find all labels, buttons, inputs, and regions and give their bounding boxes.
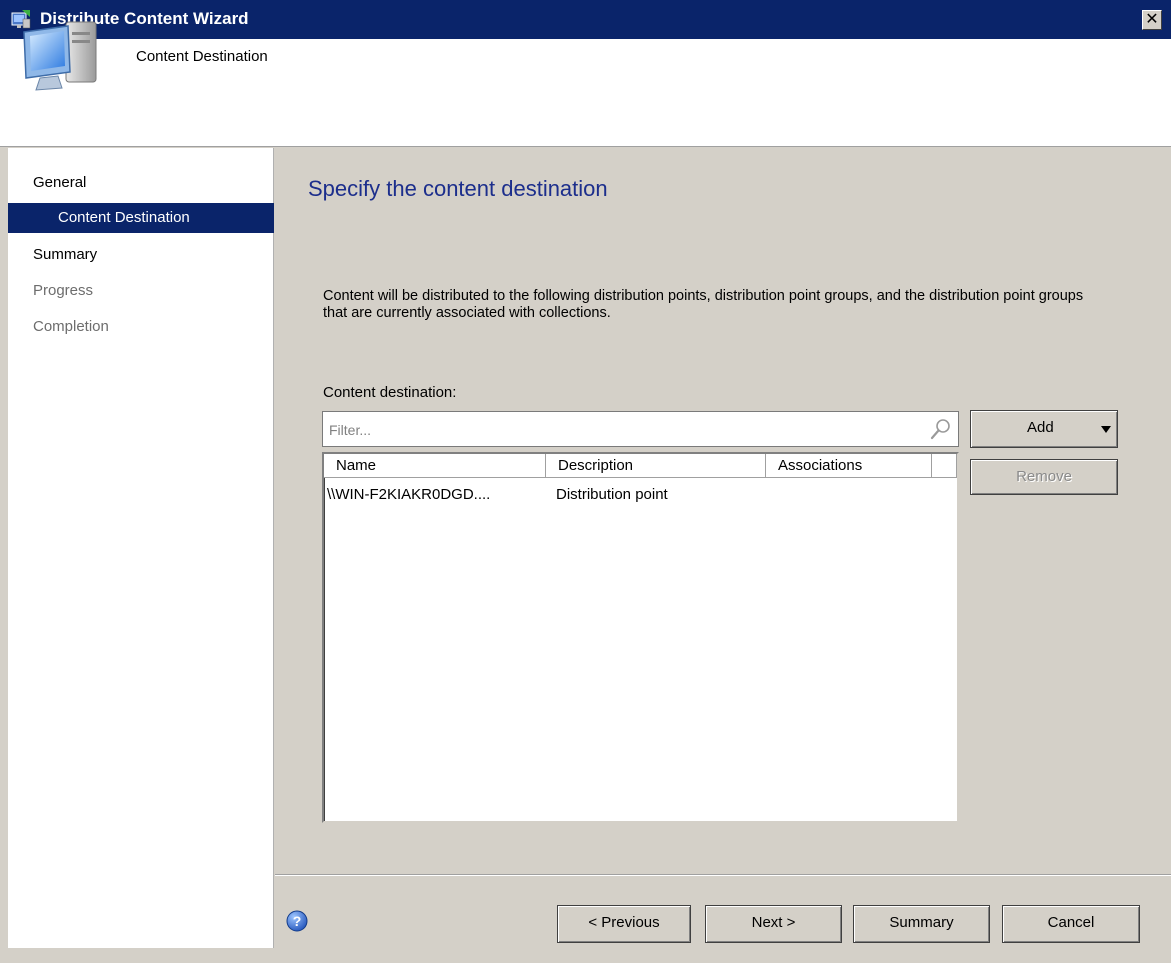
page-heading: Specify the content destination: [308, 176, 608, 201]
table-cell-name: \\WIN-F2KIAKR0DGD....: [327, 486, 491, 503]
nav-item-completion: Completion: [33, 318, 109, 335]
column-header-filler: [932, 454, 957, 478]
help-icon[interactable]: ?: [286, 910, 308, 932]
nav-item-summary[interactable]: Summary: [8, 240, 274, 270]
column-header-description[interactable]: Description: [546, 454, 766, 478]
filter-input[interactable]: [327, 416, 921, 444]
column-header-associations[interactable]: Associations: [766, 454, 932, 478]
computer-icon: [23, 21, 97, 91]
close-button[interactable]: ✕: [1142, 10, 1162, 30]
add-button-label: Add: [1027, 419, 1054, 436]
column-header-name[interactable]: Name: [324, 454, 546, 478]
content-destination-list[interactable]: Name Description Associations \\WIN-F2KI…: [322, 452, 959, 823]
table-cell-description: Distribution point: [556, 486, 668, 503]
svg-text:?: ?: [293, 913, 302, 929]
content-destination-label: Content destination:: [323, 384, 457, 401]
summary-button[interactable]: Summary: [853, 905, 990, 943]
cancel-button[interactable]: Cancel: [1002, 905, 1140, 943]
page-description: Content will be distributed to the follo…: [323, 288, 1084, 321]
next-button[interactable]: Next >: [705, 905, 842, 943]
remove-button[interactable]: Remove: [970, 459, 1118, 495]
footer-divider: [275, 874, 1171, 876]
wizard-nav: General Content Destination Summary Prog…: [8, 148, 274, 948]
add-button[interactable]: Add: [970, 410, 1118, 448]
header-title: Content Destination: [136, 48, 268, 65]
dropdown-arrow-icon: [1101, 426, 1111, 433]
nav-item-general[interactable]: General: [8, 168, 274, 198]
filter-box: [322, 411, 959, 447]
search-icon[interactable]: [929, 417, 953, 441]
nav-item-content-destination[interactable]: Content Destination: [8, 203, 274, 233]
previous-button[interactable]: < Previous: [557, 905, 691, 943]
nav-item-progress: Progress: [33, 282, 94, 299]
